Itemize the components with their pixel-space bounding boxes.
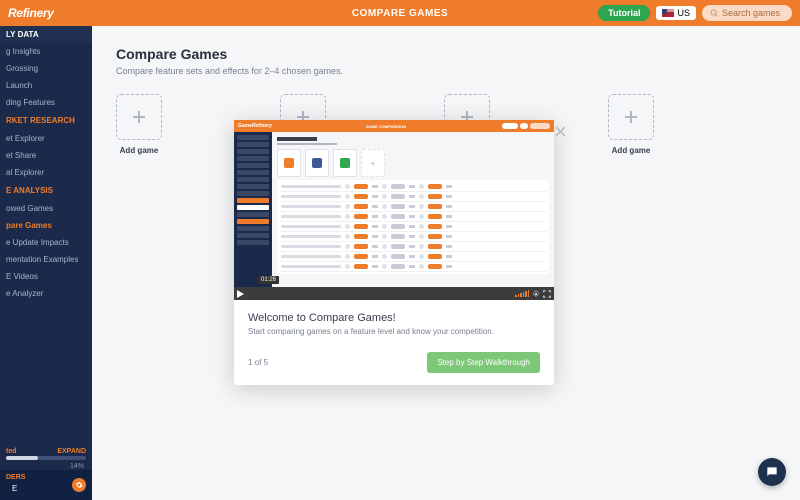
sidebar-item[interactable]: g Insights [0,43,92,60]
mini-sidebar [234,132,272,287]
sidebar-item[interactable]: Launch [0,77,92,94]
help-fab[interactable] [758,458,786,486]
mini-search [530,123,550,129]
mini-locale [520,123,528,129]
search-placeholder: Search games [722,8,780,18]
add-game-button[interactable] [608,94,654,140]
sidebar-item[interactable]: et Share [0,147,92,164]
modal-body: Welcome to Compare Games! Start comparin… [234,300,554,346]
plus-icon [625,111,637,123]
sidebar-item[interactable]: owed Games [0,200,92,217]
slot-label: Add game [120,146,159,155]
slider-percent: 14% [0,463,92,470]
sidebar-bottom: ted EXPAND 14% DERS E [0,445,92,500]
mini-toggle [502,123,518,129]
video-controls [234,287,554,300]
sidebar-item[interactable]: ding Features [0,94,92,111]
sidebar-item[interactable]: mentation Examples [0,251,92,268]
gear-icon [75,481,83,489]
close-button[interactable] [555,126,566,137]
sidebar-section-market: RKET RESEARCH [0,111,92,130]
sidebar-item-compare-games[interactable]: pare Games [0,217,92,234]
sidebar-item[interactable]: e Update Impacts [0,234,92,251]
mini-main: + [272,132,554,287]
page-subtitle: Compare feature sets and effects for 2–4… [116,66,776,76]
us-flag-icon [662,9,674,17]
tutorial-button[interactable]: Tutorial [598,5,650,21]
chat-icon [765,465,779,479]
game-slot-4: Add game [608,94,654,155]
logo: Refinery [8,6,54,20]
sidebar-e-label: E [6,481,25,496]
video-preview[interactable]: GameRefinery GAME COMPARISON [234,120,554,300]
sidebar-section-daily: LY DATA [0,26,92,43]
locale-selector[interactable]: US [656,6,696,20]
add-game-button[interactable] [116,94,162,140]
search-icon [710,9,718,17]
page-title: Compare Games [116,46,776,62]
mini-header: GameRefinery GAME COMPARISON [234,120,554,132]
modal-subtitle: Start comparing games on a feature level… [248,327,540,336]
search-input[interactable]: Search games [702,5,792,21]
video-time: 01:26 [258,276,279,284]
sidebar-item[interactable]: al Explorer [0,164,92,181]
game-slot-1: Add game [116,94,162,155]
mini-body: + [234,132,554,287]
sidebar-section-analysis: E ANALYSIS [0,181,92,200]
sidebar-ders-label: DERS [6,474,25,481]
modal-footer: 1 of 5 Step by Step Walkthrough [234,346,554,385]
mini-title: GAME COMPARISON [366,124,406,129]
sidebar-item[interactable]: E Videos [0,268,92,285]
close-icon [555,126,566,137]
mini-logo: GameRefinery [238,123,272,129]
sidebar-item[interactable]: et Explorer [0,130,92,147]
video-settings-icon[interactable] [532,290,540,298]
walkthrough-button[interactable]: Step by Step Walkthrough [427,352,540,373]
volume-control[interactable] [515,290,529,297]
app-header: Refinery COMPARE GAMES Tutorial US Searc… [0,0,800,26]
limit-slider[interactable] [6,456,86,460]
tutorial-modal: GameRefinery GAME COMPARISON [234,120,554,385]
slot-label: Add game [612,146,651,155]
sidebar-item[interactable]: e Analyzer [0,285,92,302]
fullscreen-icon[interactable] [543,290,551,298]
header-right: Tutorial US Search games [598,5,792,21]
plus-icon [133,111,145,123]
page-header-title: COMPARE GAMES [352,8,448,19]
settings-button[interactable] [72,478,86,492]
sidebar-item[interactable]: Grossing [0,60,92,77]
sidebar: LY DATA g Insights Grossing Launch ding … [0,26,92,500]
modal-title: Welcome to Compare Games! [248,312,540,324]
locale-label: US [677,8,690,18]
play-button[interactable] [237,290,244,298]
slider-left-label: ted [6,448,17,455]
slider-expand-label[interactable]: EXPAND [57,448,86,455]
step-count: 1 of 5 [248,358,268,367]
